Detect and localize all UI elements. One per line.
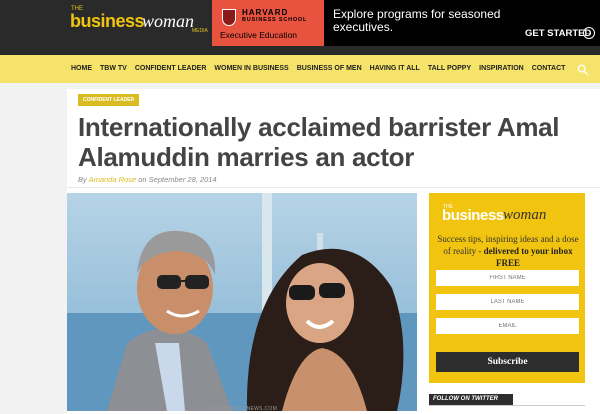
email-field[interactable] bbox=[436, 318, 579, 334]
nav-item-tbw-tv[interactable]: TBW TV bbox=[100, 65, 127, 72]
ad-headline: Explore programs for seasoned executives… bbox=[333, 7, 501, 34]
first-name-field[interactable] bbox=[436, 270, 579, 286]
divider bbox=[429, 405, 585, 406]
author-link[interactable]: Amanda Rose bbox=[89, 175, 137, 184]
follow-on-twitter-label: FOLLOW ON TWITTER bbox=[433, 396, 498, 402]
signup-tagline: Success tips, inspiring ideas and a dose… bbox=[437, 233, 579, 269]
signup-tagline-bold: delivered to your inbox FREE bbox=[483, 246, 573, 268]
signup-logo-business: business bbox=[442, 207, 504, 224]
nav-item-confident-leader[interactable]: CONFIDENT LEADER bbox=[135, 65, 207, 72]
nav-item-inspiration[interactable]: INSPIRATION bbox=[479, 65, 524, 72]
couple-photo-illustration bbox=[67, 193, 417, 411]
logo-media: MEDIA bbox=[192, 28, 208, 34]
harvard-shield-icon bbox=[222, 9, 236, 26]
publish-date: September 28, 2014 bbox=[148, 175, 217, 184]
ad-school: HARVARD bbox=[242, 8, 289, 17]
byline-on: on bbox=[138, 175, 147, 184]
category-badge[interactable]: CONFIDENT LEADER bbox=[78, 94, 140, 106]
nav-item-business-of-men[interactable]: BUSINESS OF MEN bbox=[297, 65, 362, 72]
signup-logo-woman: woman bbox=[503, 207, 547, 223]
logo-woman: woman bbox=[142, 11, 195, 31]
ad-school-sub: BUSINESS SCHOOL bbox=[242, 17, 308, 23]
article-photo[interactable] bbox=[67, 193, 417, 411]
nav-item-tall-poppy[interactable]: TALL POPPY bbox=[428, 65, 471, 72]
harvard-ad-banner[interactable]: HARVARD BUSINESS SCHOOL Executive Educat… bbox=[212, 0, 600, 46]
follow-on-twitter-header: FOLLOW ON TWITTER bbox=[429, 394, 513, 405]
nav-item-women-in-business[interactable]: WOMEN IN BUSINESS bbox=[214, 65, 288, 72]
byline-by: By bbox=[78, 175, 87, 184]
nav-item-having-it-all[interactable]: HAVING IT ALL bbox=[370, 65, 420, 72]
arrow-right-circle-icon[interactable]: → bbox=[583, 27, 595, 39]
photo-credit: WWW.NYDAILYNEWS.COM bbox=[207, 406, 278, 412]
last-name-field[interactable] bbox=[436, 294, 579, 310]
nav-menu: HOME TBW TV CONFIDENT LEADER WOMEN IN BU… bbox=[71, 65, 573, 72]
top-header: THE business woman MEDIA HARVARD BUSINES… bbox=[0, 0, 600, 55]
logo-business: business bbox=[70, 11, 145, 31]
main-nav: HOME TBW TV CONFIDENT LEADER WOMEN IN BU… bbox=[0, 55, 600, 83]
search-icon[interactable] bbox=[577, 64, 588, 75]
byline: By Amanda Rose on September 28, 2014 bbox=[78, 175, 217, 184]
nav-item-home[interactable]: HOME bbox=[71, 65, 92, 72]
divider bbox=[67, 187, 600, 188]
ad-brand-panel: HARVARD BUSINESS SCHOOL Executive Educat… bbox=[212, 0, 324, 46]
nav-item-contact[interactable]: CONTACT bbox=[532, 65, 566, 72]
newsletter-signup: THE business woman Success tips, inspiri… bbox=[429, 193, 585, 383]
article-title: Internationally acclaimed barrister Amal… bbox=[78, 112, 560, 172]
ad-cta-button[interactable]: GET STARTED bbox=[525, 28, 591, 39]
site-logo[interactable]: THE business woman MEDIA bbox=[70, 6, 208, 46]
ad-program: Executive Education bbox=[220, 30, 298, 40]
subscribe-button[interactable]: Subscribe bbox=[436, 352, 579, 372]
article: CONFIDENT LEADER Internationally acclaim… bbox=[67, 89, 600, 414]
